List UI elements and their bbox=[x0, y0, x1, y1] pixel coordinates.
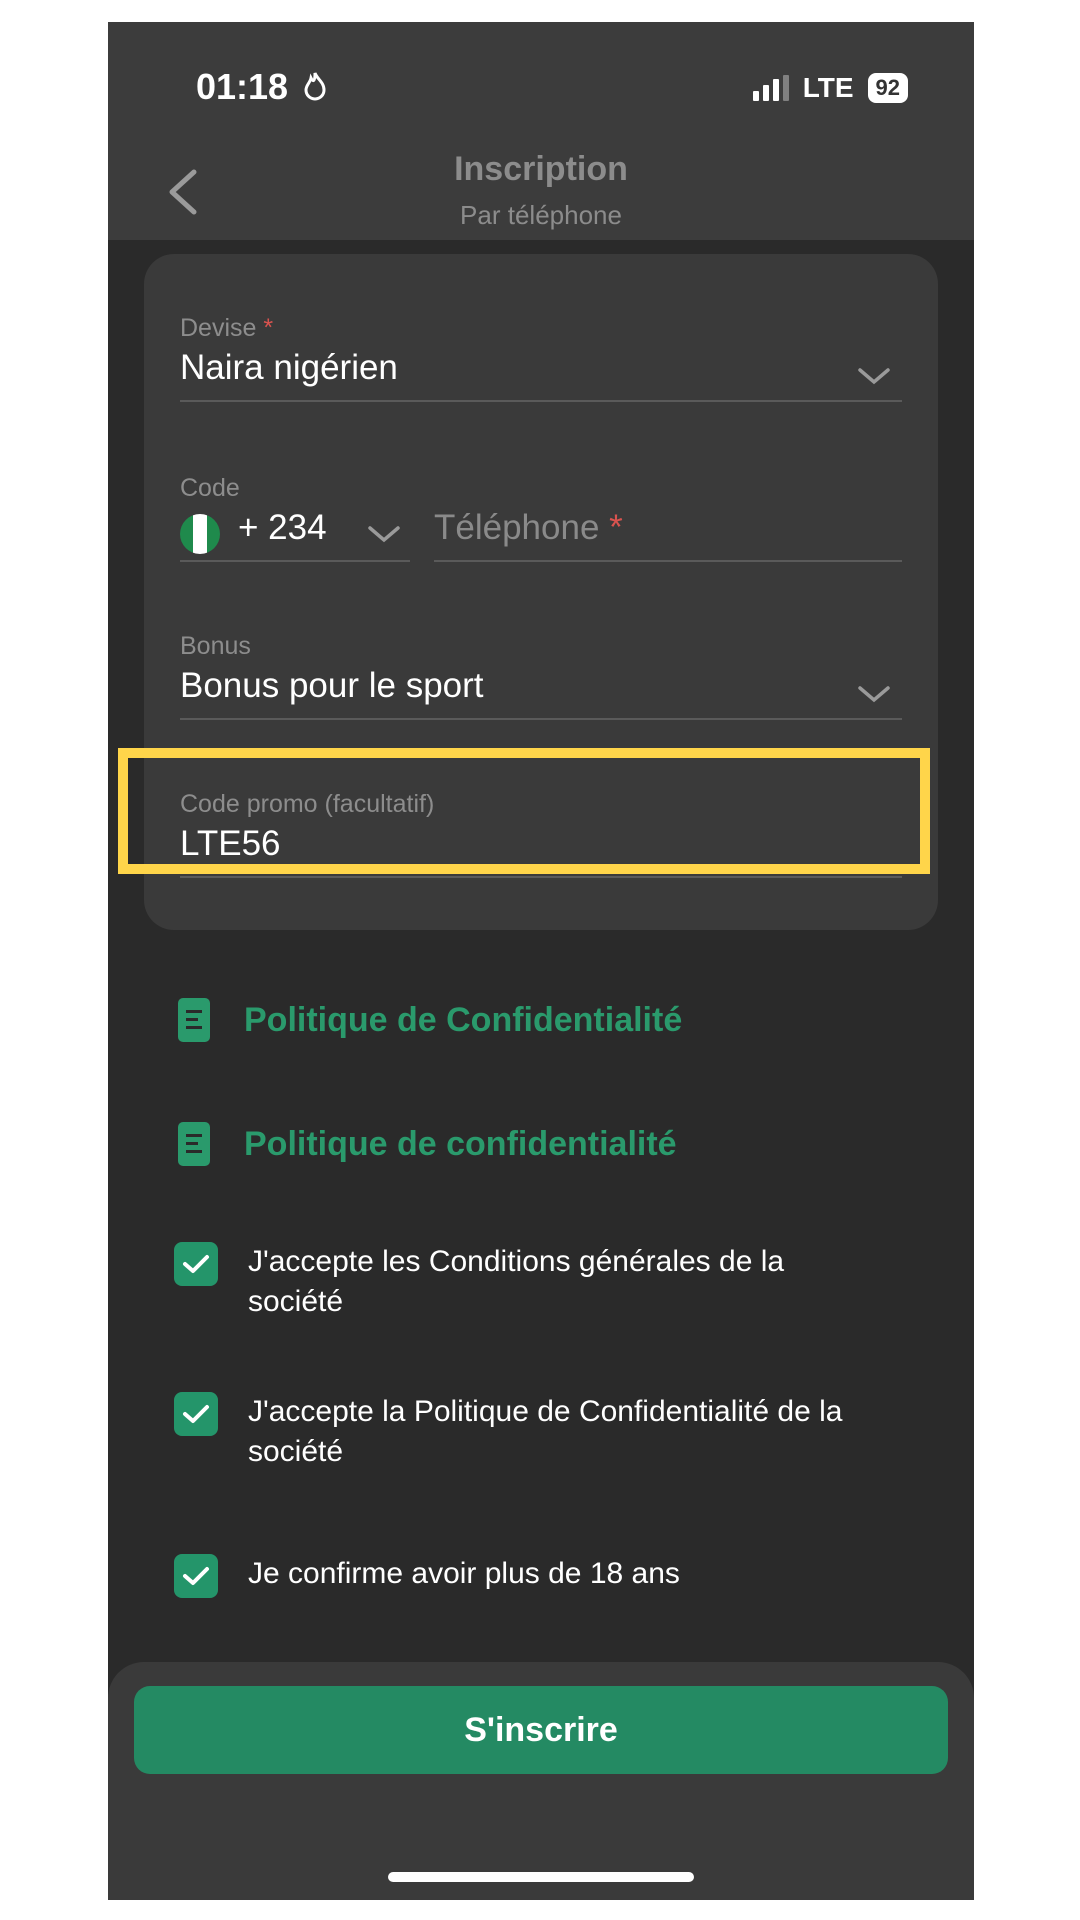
status-time: 01:18 bbox=[196, 66, 328, 108]
page-title: Inscription bbox=[454, 150, 628, 188]
checkmark-icon bbox=[183, 1567, 209, 1585]
currency-select[interactable]: Naira nigérien bbox=[180, 348, 398, 388]
privacy-policy-link-1[interactable]: Politique de Confidentialité bbox=[178, 998, 682, 1042]
privacy-checkbox[interactable] bbox=[174, 1392, 218, 1436]
age-confirmation-row: Je confirme avoir plus de 18 ans bbox=[174, 1554, 874, 1598]
bonus-underline bbox=[180, 718, 902, 720]
bonus-label: Bonus bbox=[180, 632, 251, 660]
terms-agreement-text: J'accepte les Conditions générales de la… bbox=[248, 1245, 785, 1318]
network-label: LTE bbox=[802, 72, 854, 103]
promo-underline bbox=[180, 876, 902, 878]
nigeria-flag-icon bbox=[180, 514, 220, 554]
register-button[interactable]: S'inscrire bbox=[134, 1686, 948, 1774]
signal-icon bbox=[752, 75, 789, 101]
privacy-policy-link-label[interactable]: Politique de confidentialité bbox=[244, 1125, 677, 1164]
page-subtitle: Par téléphone bbox=[460, 200, 622, 230]
phone-screen: 01:18 LTE 92 Inscription Par téléphone D… bbox=[108, 22, 974, 1900]
phone-underline bbox=[434, 560, 902, 562]
top-bar: 01:18 LTE 92 Inscription Par téléphone bbox=[108, 22, 974, 240]
code-label: Code bbox=[180, 474, 240, 502]
country-code-select[interactable]: + 234 bbox=[238, 508, 327, 548]
bonus-chevron-down-icon[interactable] bbox=[854, 682, 894, 706]
privacy-policy-link-2[interactable]: Politique de confidentialité bbox=[178, 1122, 677, 1166]
currency-underline bbox=[180, 400, 902, 402]
code-underline bbox=[180, 560, 410, 562]
terms-checkbox[interactable] bbox=[174, 1242, 218, 1286]
privacy-policy-link-label[interactable]: Politique de Confidentialité bbox=[244, 1001, 682, 1040]
document-icon bbox=[178, 1122, 210, 1166]
promo-code-highlight-box bbox=[118, 748, 930, 874]
battery-icon: 92 bbox=[867, 73, 908, 103]
bonus-select[interactable]: Bonus pour le sport bbox=[180, 666, 484, 706]
currency-label: Devise * bbox=[180, 314, 274, 342]
privacy-agreement-text: J'accepte la Politique de Confidentialit… bbox=[248, 1395, 843, 1468]
code-chevron-down-icon[interactable] bbox=[364, 522, 404, 546]
privacy-agreement-row: J'accepte la Politique de Confidentialit… bbox=[174, 1392, 874, 1472]
checkmark-icon bbox=[183, 1255, 209, 1273]
document-icon bbox=[178, 998, 210, 1042]
age-confirmation-text: Je confirme avoir plus de 18 ans bbox=[248, 1557, 680, 1590]
age-checkbox[interactable] bbox=[174, 1554, 218, 1598]
home-indicator[interactable] bbox=[388, 1872, 694, 1882]
phone-input[interactable]: Téléphone * bbox=[434, 508, 623, 548]
status-indicators: LTE 92 bbox=[752, 72, 908, 104]
terms-agreement-row: J'accepte les Conditions générales de la… bbox=[174, 1242, 874, 1322]
chevron-down-icon[interactable] bbox=[854, 364, 894, 388]
fire-icon bbox=[304, 72, 326, 101]
checkmark-icon bbox=[183, 1405, 209, 1423]
